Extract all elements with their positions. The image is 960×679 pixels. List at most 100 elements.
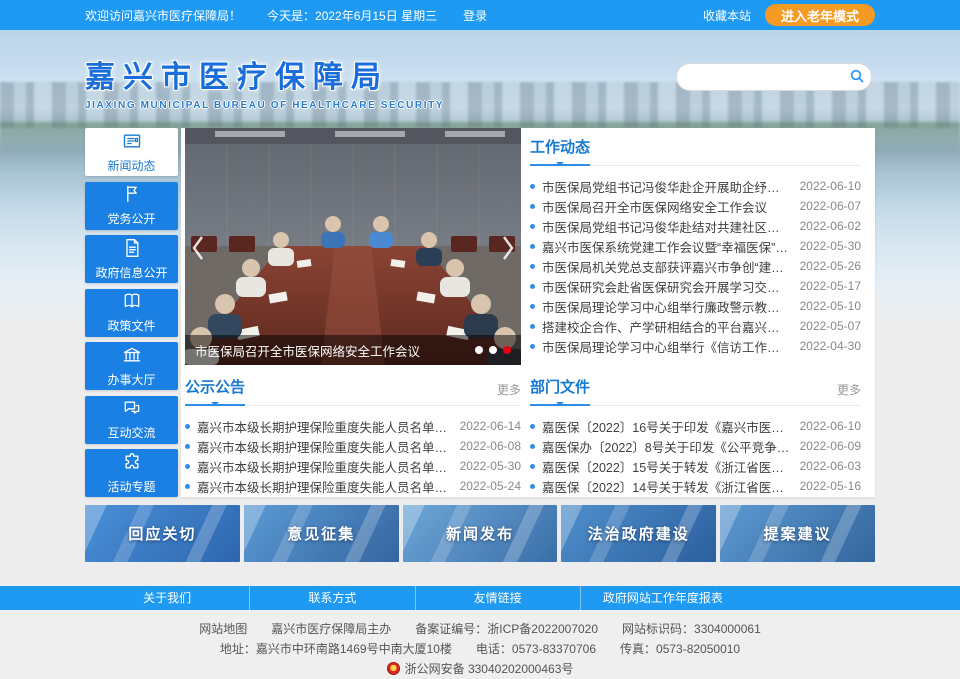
sidebar-item-label: 党务公开 (107, 210, 155, 227)
section-dept-files: 部门文件 更多 嘉医保〔2022〕16号关于印发《嘉兴市医疗保...2022-0… (530, 376, 861, 496)
sidebar-item-docinfo[interactable]: 政府信息公开 (85, 235, 178, 283)
dept-file-item[interactable]: 嘉医保〔2022〕16号关于印发《嘉兴市医疗保...2022-06-10 (530, 416, 861, 436)
bullet-icon (530, 444, 535, 449)
notice-item[interactable]: 嘉兴市本级长期护理保险重度失能人员名单公示（2... 2022-05-30 (185, 456, 521, 476)
bullet-icon (530, 304, 535, 309)
footer-text-segment: 传真：0573-82050010 (620, 642, 740, 656)
notices-more-link[interactable]: 更多 (497, 381, 521, 405)
work-news-item[interactable]: 市医保局机关党总支部获评嘉兴市争创“建设清廉机... 2022-05-26 (530, 256, 861, 276)
banner-link-5[interactable]: 提案建议 (720, 505, 875, 562)
work-news-item-date: 2022-04-30 (800, 339, 861, 353)
bullet-icon (530, 184, 535, 189)
banner-label: 法治政府建设 (588, 523, 690, 544)
date-text: 今天是：2022年6月15日 星期三 (267, 7, 437, 24)
search-button[interactable] (849, 68, 865, 87)
sidebar-item-puzzle[interactable]: 活动专题 (85, 449, 178, 497)
bullet-icon (185, 444, 190, 449)
carousel-caption[interactable]: 市医保局召开全市医保网络安全工作会议 (195, 341, 467, 360)
news-carousel[interactable]: 市医保局召开全市医保网络安全工作会议 (185, 128, 521, 365)
work-news-item-date: 2022-06-10 (800, 179, 861, 193)
sidebar-item-label: 政策文件 (107, 317, 155, 334)
carousel-next-button[interactable] (497, 231, 519, 265)
dept-files-more-link[interactable]: 更多 (837, 381, 861, 405)
sidebar-item-flagdoc[interactable]: 党务公开 (85, 182, 178, 230)
carousel-dot-1[interactable] (475, 346, 483, 354)
sidebar-item-chat[interactable]: 互动交流 (85, 396, 178, 444)
banner-link-2[interactable]: 意见征集 (244, 505, 399, 562)
notice-item-title: 嘉兴市本级长期护理保险重度失能人员名单公示（2... (197, 457, 450, 476)
content-panel: 市医保局召开全市医保网络安全工作会议 工作动态 市医保局党组书记冯俊华赴企开展助… (181, 128, 875, 497)
work-news-item[interactable]: 市医保局召开全市医保网络安全工作会议 2022-06-07 (530, 196, 861, 216)
sidebar-item-label: 互动交流 (107, 424, 155, 441)
banner-label: 新闻发布 (446, 523, 514, 544)
book-icon (122, 291, 142, 314)
notice-item[interactable]: 嘉兴市本级长期护理保险重度失能人员名单公示（2...2022-06-14 (185, 416, 521, 436)
site-subtitle: JIAXING MUNICIPAL BUREAU OF HEALTHCARE S… (85, 100, 444, 111)
footer-nav-item-1[interactable]: 关于我们 (85, 586, 250, 610)
bullet-icon (530, 344, 535, 349)
banner-link-3[interactable]: 新闻发布 (403, 505, 558, 562)
site-branding: 嘉兴市医疗保障局 JIAXING MUNICIPAL BUREAU OF HEA… (85, 52, 444, 111)
dept-file-item-title: 嘉医保办〔2022〕8号关于印发《公平竞争审查... (542, 437, 790, 456)
work-news-item-date: 2022-06-07 (800, 199, 861, 213)
bullet-icon (530, 284, 535, 289)
notice-item-title: 嘉兴市本级长期护理保险重度失能人员名单公示（2... (197, 477, 450, 496)
carousel-dots (475, 346, 511, 354)
banner-link-1[interactable]: 回应关切 (85, 505, 240, 562)
work-news-item[interactable]: 市医保局党组书记冯俊华赴企开展助企纾困活动2022-06-10 (530, 176, 861, 196)
footer-text-segment: 备案证编号：浙ICP备2022007020 (415, 622, 598, 636)
work-news-item-title: 嘉兴市医保系统党建工作会议暨“幸福医保”党建联... (542, 237, 790, 256)
dept-file-item-date: 2022-06-03 (800, 459, 861, 473)
work-news-item[interactable]: 市医保局理论学习中心组举行廉政警示教育专题学习...2022-05-10 (530, 296, 861, 316)
carousel-dot-2[interactable] (489, 346, 497, 354)
notice-item[interactable]: 嘉兴市本级长期护理保险重度失能人员名单公示（2...2022-05-24 (185, 476, 521, 496)
work-news-item[interactable]: 市医保研究会赴省医保研究会开展学习交流活动2022-05-17 (530, 276, 861, 296)
site-title: 嘉兴市医疗保障局 (85, 52, 444, 96)
favorite-link[interactable]: 收藏本站 (703, 7, 751, 24)
footer-line-2: 地址：嘉兴市中环南路1469号中南大厦10楼电话：0573-83370706传真… (0, 639, 960, 659)
search-box[interactable] (676, 63, 872, 91)
elder-mode-button[interactable]: 进入老年模式 (765, 4, 875, 26)
dept-file-item[interactable]: 嘉医保〔2022〕15号关于转发《浙江省医疗保...2022-06-03 (530, 456, 861, 476)
footer-text-segment[interactable]: 网站地图 (199, 622, 247, 636)
banner-link-4[interactable]: 法治政府建设 (561, 505, 716, 562)
newspaper-icon (122, 131, 142, 154)
work-news-item-title: 市医保研究会赴省医保研究会开展学习交流活动 (542, 277, 790, 296)
footer-nav-item-4[interactable]: 政府网站工作年度报表 (581, 586, 745, 610)
sidebar-item-newspaper[interactable]: 新闻动态 (85, 128, 178, 176)
notice-item[interactable]: 嘉兴市本级长期护理保险重度失能人员名单公示（2...2022-06-08 (185, 436, 521, 456)
login-link[interactable]: 登录 (463, 7, 487, 24)
security-record-text[interactable]: 浙公网安备 33040202000463号 (405, 662, 574, 676)
carousel-caption-bar: 市医保局召开全市医保网络安全工作会议 (185, 335, 521, 365)
sidebar-item-bank[interactable]: 办事大厅 (85, 342, 178, 390)
footer-nav-bar: 关于我们联系方式友情链接政府网站工作年度报表 (0, 586, 960, 610)
carousel-prev-button[interactable] (187, 231, 209, 265)
section-title-dept-files[interactable]: 部门文件 (530, 376, 590, 406)
work-news-item-title: 市医保局机关党总支部获评嘉兴市争创“建设清廉机... (542, 257, 790, 276)
footer-nav-item-3[interactable]: 友情链接 (416, 586, 581, 610)
work-news-item-date: 2022-05-30 (800, 239, 861, 253)
footer-line-1: 网站地图嘉兴市医疗保障局主办备案证编号：浙ICP备2022007020网站标识码… (0, 619, 960, 639)
work-news-item[interactable]: 市医保局理论学习中心组举行《信访工作条例》专题...2022-04-30 (530, 336, 861, 356)
work-news-item[interactable]: 市医保局党组书记冯俊华赴结对共建社区指导全国文...2022-06-02 (530, 216, 861, 236)
work-news-item[interactable]: 嘉兴市医保系统党建工作会议暨“幸福医保”党建联... 2022-05-30 (530, 236, 861, 256)
sidebar-item-book[interactable]: 政策文件 (85, 289, 178, 337)
carousel-dot-3[interactable] (503, 346, 511, 354)
flagdoc-icon (122, 184, 142, 207)
footer-nav-item-2[interactable]: 联系方式 (250, 586, 415, 610)
bullet-icon (530, 244, 535, 249)
dept-file-item-title: 嘉医保〔2022〕16号关于印发《嘉兴市医疗保... (542, 417, 790, 436)
banner-label: 意见征集 (287, 523, 355, 544)
section-header: 工作动态 (530, 136, 861, 166)
dept-file-item[interactable]: 嘉医保办〔2022〕8号关于印发《公平竞争审查...2022-06-09 (530, 436, 861, 456)
sidebar-item-label: 政府信息公开 (95, 264, 167, 281)
section-title-work-news[interactable]: 工作动态 (530, 136, 590, 166)
section-title-notices[interactable]: 公示公告 (185, 376, 245, 406)
work-news-item-date: 2022-05-26 (800, 259, 861, 273)
dept-file-item[interactable]: 嘉医保〔2022〕14号关于转发《浙江省医疗保...2022-05-16 (530, 476, 861, 496)
work-news-item[interactable]: 搭建校企合作、产学研相结合的平台嘉兴市长期护理...2022-05-07 (530, 316, 861, 336)
search-input[interactable] (691, 70, 849, 84)
notice-item-date: 2022-05-30 (460, 459, 521, 473)
footer-text-segment: 电话：0573-83370706 (476, 642, 596, 656)
work-news-item-title: 市医保局召开全市医保网络安全工作会议 (542, 197, 790, 216)
